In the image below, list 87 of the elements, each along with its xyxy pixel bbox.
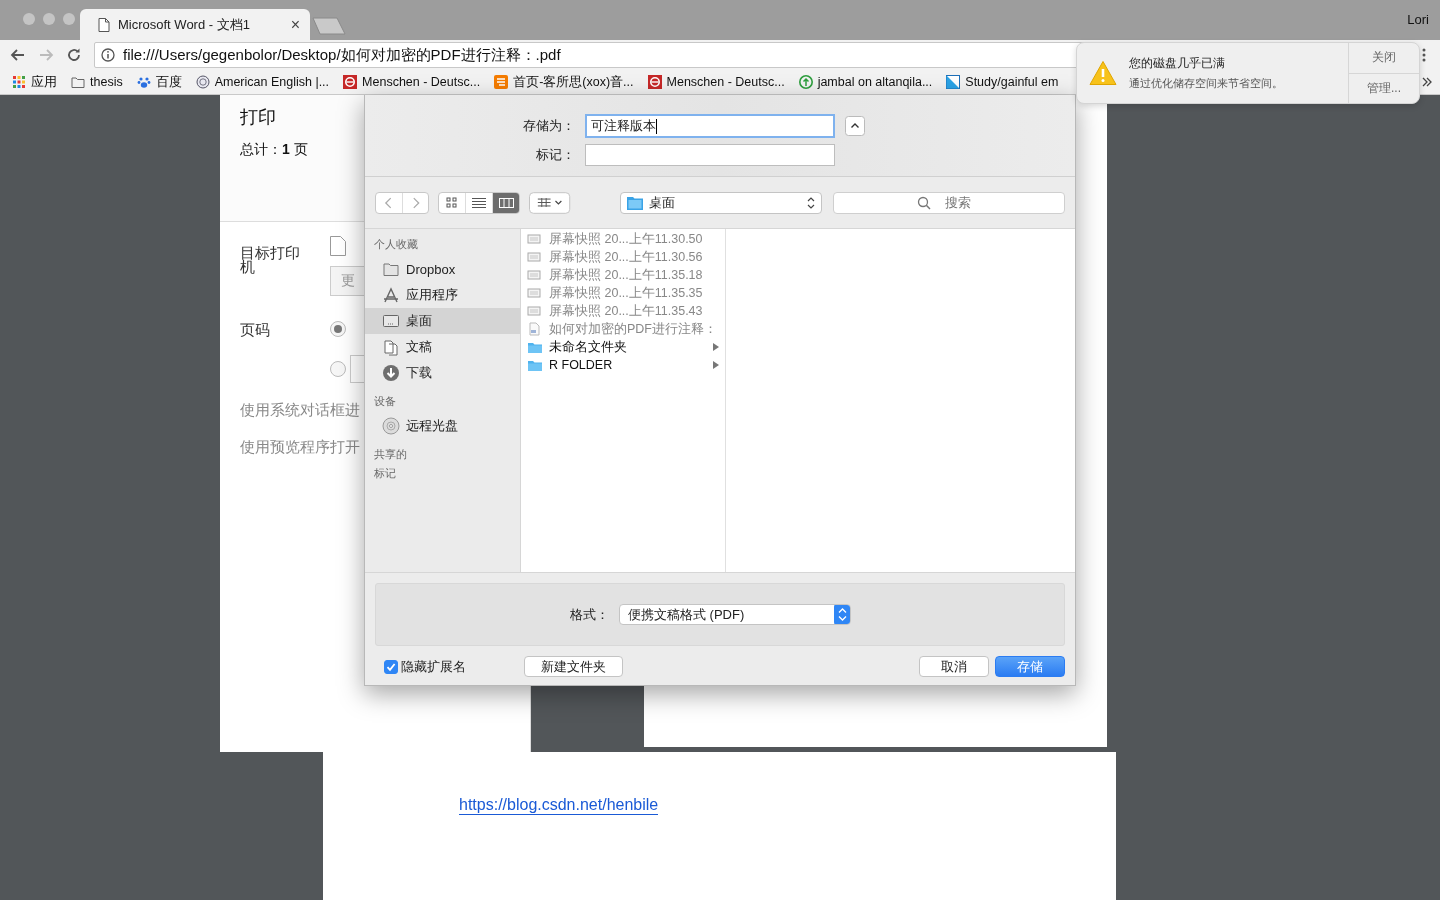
sidebar-heading: 标记 [373,466,397,481]
new-folder-button[interactable]: 新建文件夹 [524,656,623,677]
page-total: 总计：1 页 [240,141,309,159]
sidebar-heading: 设备 [373,394,397,409]
square-logo-icon [494,75,509,89]
browser-tab[interactable]: Microsoft Word - 文档1 × [80,9,310,40]
screenshot-icon [527,268,543,282]
bookmark-item[interactable]: 首页-客所思(xox)音... [494,73,634,91]
pages-label: 页码 [240,321,271,340]
disc-icon [382,417,400,435]
cancel-button[interactable]: 取消 [919,656,989,677]
column-view-icon [498,195,514,210]
letter-a-icon [382,286,400,304]
disclosure-triangle-icon [713,361,719,369]
documents-icon [382,338,400,356]
new-tab-button[interactable] [312,17,346,35]
format-popup[interactable]: 便携文稿格式 (PDF) [619,604,851,625]
tab-title: Microsoft Word - 文档1 [118,15,251,34]
sidebar-item[interactable]: 应用程序 [365,282,520,308]
pdf-document-icon [527,322,543,336]
screenshot-icon [527,304,543,318]
desktop-icon [382,312,400,330]
destination-label: 目标打印机 [240,243,301,277]
print-title: 打印 [240,106,277,129]
sidebar-item[interactable]: 下载 [365,360,520,386]
up-down-arrows-icon [834,605,850,624]
sidebar-item[interactable]: 桌面 [365,308,520,334]
page-icon [98,17,110,32]
save-as-label: 存储为： [522,117,576,135]
bookmark-item[interactable]: Menschen - Deutsc... [343,75,481,89]
expand-button[interactable] [845,116,865,136]
radio-button[interactable] [330,321,346,337]
triangle-logo-icon [946,75,961,89]
folder-icon [527,340,543,354]
view-mode-button[interactable] [492,192,520,213]
file-item[interactable]: 未命名文件夹 [521,338,725,356]
screenshot-icon [527,232,543,246]
checkbox[interactable] [384,659,398,674]
bookmark-item[interactable]: Menschen - Deutsc... [647,75,785,89]
sidebar-heading: 共享的 [373,447,408,462]
document-icon [330,236,346,256]
hide-extension-label: 隐藏扩展名 [401,657,466,676]
warning-icon [1089,60,1117,86]
paw-icon [136,75,151,89]
bookmark-item[interactable]: Study/gainful em [946,75,1059,89]
sidebar-item[interactable]: 文稿 [365,334,520,360]
double-chevron-icon[interactable] [1422,77,1432,87]
folder-icon [626,195,643,210]
notification-button[interactable]: 管理... [1349,72,1419,103]
up-down-arrows-icon [807,195,815,210]
file-item[interactable]: R FOLDER [521,356,725,374]
bookmark-item[interactable]: thesis [71,75,123,89]
location-popup[interactable]: 桌面 [619,191,822,214]
seal-icon [195,75,210,89]
link[interactable]: https://blog.csdn.net/henbile [459,796,659,815]
bookmark-item[interactable]: 应用 [12,73,57,91]
notification-message: 通过优化储存空间来节省空间。 [1129,76,1283,91]
menu-icon[interactable] [1422,48,1426,62]
profile-name[interactable]: Lori [1407,12,1429,27]
tags-field[interactable] [585,144,835,166]
folder-icon [71,75,85,89]
screenshot-icon [527,250,543,264]
back-icon[interactable] [10,47,26,63]
apps-grid-icon [12,75,26,89]
sidebar-item[interactable]: Dropbox [365,256,520,282]
icon-view-icon [444,195,460,210]
search-icon [917,195,931,210]
bookmark-item[interactable]: jambal on altanqila... [798,75,933,89]
list-view-icon [471,195,487,210]
arrange-button[interactable] [529,191,571,214]
info-icon[interactable] [101,48,115,62]
disclosure-triangle-icon [713,343,719,351]
sidebar-heading: 个人收藏 [373,237,419,252]
download-icon [382,364,400,382]
screenshot-icon [527,286,543,300]
file-name-field[interactable]: 可注释版本 [585,114,835,138]
folder-icon [527,358,543,372]
bookmark-item[interactable]: American English |... [195,75,330,89]
sidebar-item[interactable]: 远程光盘 [365,413,520,439]
tab-close-button[interactable]: × [290,15,300,34]
folder-icon [382,260,400,278]
reload-icon[interactable] [66,47,82,63]
bookmark-item[interactable]: 百度 [136,73,182,91]
format-label: 格式： [569,605,610,624]
search-field[interactable]: 搜索 [833,191,1065,214]
radio-button[interactable] [330,361,346,377]
tags-label: 标记： [535,146,576,164]
